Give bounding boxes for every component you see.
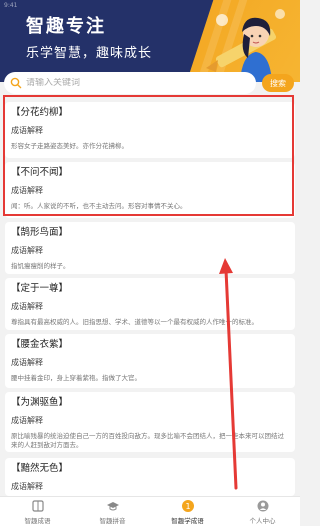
idiom-title: 【腰金衣紫】 — [11, 339, 69, 350]
idiom-description: 原比喻残暴的统治迫使自己一方的百姓投向敌方。现多比喻不会团结人，把一些本来可以团… — [11, 432, 284, 449]
search-button[interactable]: 搜索 — [262, 74, 294, 92]
idiom-title: 【鹄形鸟面】 — [11, 227, 69, 238]
idiom-label: 成语解释 — [11, 126, 43, 135]
idiom-title: 【为渊驱鱼】 — [11, 397, 69, 408]
search-icon — [10, 77, 22, 89]
idiom-label: 成语解释 — [11, 358, 43, 367]
tab-label: 智趣拼音 — [99, 516, 126, 525]
list-item[interactable]: 【腰金衣紫】 成语解释 腰中挂着金印，身上穿着紫袍。指做了大官。 — [5, 334, 295, 388]
idiom-title: 【黯然无色】 — [11, 463, 69, 474]
list-item[interactable]: 【分花约柳】 成语解释 形容女子走路姿态美好。亦作分花拂柳。 — [5, 102, 295, 158]
list-item[interactable]: 【黯然无色】 成语解释 — [5, 458, 295, 496]
list-item[interactable]: 【为渊驱鱼】 成语解释 原比喻残暴的统治迫使自己一方的百姓投向敌方。现多比喻不会… — [5, 392, 295, 452]
tab-idioms[interactable]: 智趣成语 — [0, 497, 75, 526]
idiom-label: 成语解释 — [11, 302, 43, 311]
search-input[interactable] — [26, 78, 256, 88]
tab-learn-idioms[interactable]: 1 智趣学成语 — [150, 497, 225, 526]
idiom-title: 【定于一尊】 — [11, 283, 69, 294]
idiom-description: 腰中挂着金印，身上穿着紫袍。指做了大官。 — [11, 374, 141, 382]
tab-label: 智趣成语 — [24, 516, 51, 525]
user-icon — [257, 500, 268, 511]
idiom-description: 闻：听。人家说的不听，也不主动去问。形容对事情不关心。 — [11, 202, 187, 210]
idiom-description: 尊指具有最高权威的人。旧指思想、学术、道德等以一个最有权威的人作唯一的标准。 — [11, 318, 258, 326]
search-row: 搜索 — [0, 70, 300, 96]
search-box[interactable] — [4, 72, 256, 94]
list-item[interactable]: 【不问不闻】 成语解释 闻：听。人家说的不听，也不主动去问。形容对事情不关心。 — [5, 162, 295, 218]
idiom-label: 成语解释 — [11, 416, 43, 425]
tab-label: 智趣学成语 — [171, 516, 204, 525]
banner-title: 智趣专注 — [26, 16, 106, 37]
list-item[interactable]: 【定于一尊】 成语解释 尊指具有最高权威的人。旧指思想、学术、道德等以一个最有权… — [5, 278, 295, 330]
list-item[interactable]: 【鹄形鸟面】 成语解释 指饥瘦瘦削的样子。 — [5, 222, 295, 274]
idiom-label: 成语解释 — [11, 186, 43, 195]
idiom-title: 【分花约柳】 — [11, 107, 69, 118]
book-icon — [31, 499, 44, 512]
idiom-title: 【不问不闻】 — [11, 167, 69, 178]
badge-icon: 1 — [181, 499, 194, 512]
idiom-label: 成语解释 — [11, 246, 43, 255]
svg-text:1: 1 — [185, 502, 190, 511]
idiom-description: 指饥瘦瘦削的样子。 — [11, 262, 70, 270]
idiom-description: 形容女子走路姿态美好。亦作分花拂柳。 — [11, 142, 128, 150]
tab-label: 个人中心 — [249, 516, 276, 525]
banner-subtitle: 乐学智慧，趣味成长 — [26, 46, 153, 61]
tab-pinyin[interactable]: 智趣拼音 — [75, 497, 150, 526]
bottom-tab-bar: 智趣成语 智趣拼音 1 智趣学成语 个人中心 — [0, 496, 300, 526]
tab-profile[interactable]: 个人中心 — [225, 497, 300, 526]
mortarboard-icon — [106, 501, 119, 510]
idiom-label: 成语解释 — [11, 482, 43, 491]
status-bar-time: 9:41 — [4, 2, 18, 9]
